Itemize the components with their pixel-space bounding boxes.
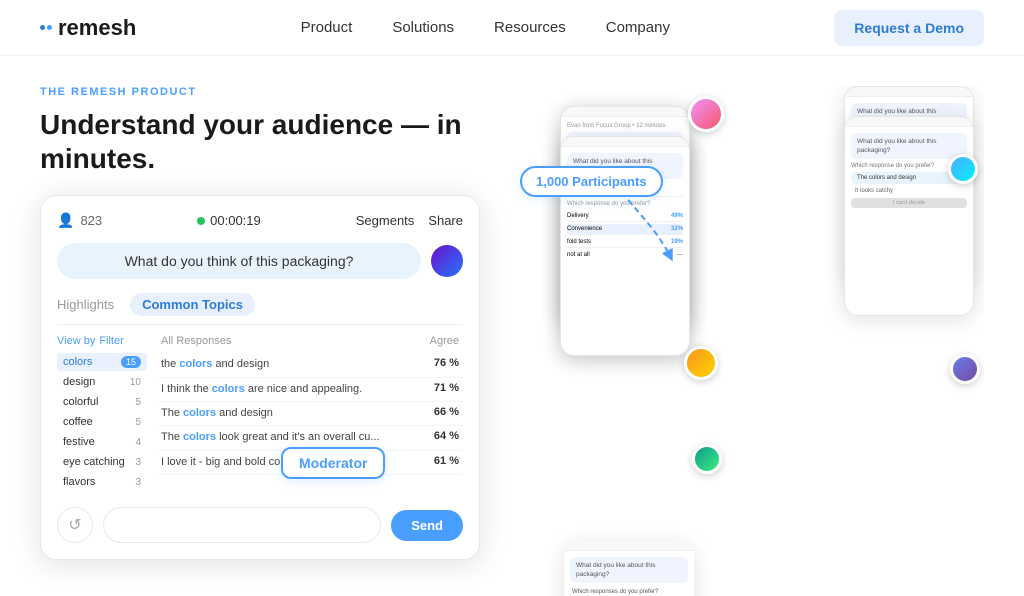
message-input[interactable] <box>103 507 381 543</box>
participants-number: 823 <box>80 213 102 228</box>
nav-resources[interactable]: Resources <box>494 19 566 36</box>
filter-link[interactable]: Filter <box>99 335 123 347</box>
page-title: Understand your audience — in minutes. <box>40 108 500 175</box>
agree-label: Agree <box>430 335 459 347</box>
tabs-row: Highlights Common Topics <box>57 293 463 325</box>
topic-eye-catching[interactable]: eye catching 3 <box>57 453 147 471</box>
nav-company[interactable]: Company <box>606 19 670 36</box>
logo-dot-2 <box>47 25 52 30</box>
timer-value: 00:00:19 <box>210 213 261 228</box>
person-icon: 👤 <box>57 212 74 229</box>
data-area: View by Filter colors 15 design 10 color… <box>57 335 463 493</box>
logo[interactable]: remesh <box>40 15 136 41</box>
floating-avatar-2 <box>948 154 978 184</box>
topics-list: View by Filter colors 15 design 10 color… <box>57 335 147 493</box>
floating-avatar-5 <box>950 354 980 384</box>
right-panel: 1,000 Participants <box>500 86 984 596</box>
timer-dot <box>197 217 205 225</box>
share-link[interactable]: Share <box>428 213 463 228</box>
phone-card-6: What did you like about this packaging? … <box>844 116 974 316</box>
card-header: 👤 823 00:00:19 Segments Share <box>57 212 463 229</box>
logo-dot-1 <box>40 25 45 30</box>
question-bubble: What do you think of this packaging? <box>57 243 421 279</box>
view-by-label: View by <box>57 335 95 347</box>
header-actions: Segments Share <box>356 213 463 228</box>
question-area: What do you think of this packaging? <box>57 243 463 279</box>
participants-count: 👤 823 <box>57 212 102 229</box>
topic-colors[interactable]: colors 15 <box>57 353 147 371</box>
tab-highlights[interactable]: Highlights <box>57 293 114 316</box>
all-responses-label: All Responses <box>161 335 231 347</box>
response-row-3: The colors and design 66 % <box>157 402 463 426</box>
section-label: THE REMESH PRODUCT <box>40 86 500 98</box>
logo-dots <box>40 25 52 30</box>
topic-festive[interactable]: festive 4 <box>57 433 147 451</box>
main-content: THE REMESH PRODUCT Understand your audie… <box>0 56 1024 596</box>
logo-text: remesh <box>58 15 136 41</box>
input-row: ↺ Send <box>57 507 463 543</box>
responses-header: All Responses Agree <box>157 335 463 347</box>
timer-badge: 00:00:19 <box>197 213 261 228</box>
navbar: remesh Product Solutions Resources Compa… <box>0 0 1024 56</box>
chat-interface-card: 👤 823 00:00:19 Segments Share What do yo… <box>40 195 480 560</box>
phone3-timestamp: Evan from Focus Group • 12 minutes <box>567 123 683 129</box>
floating-avatar-3 <box>684 346 718 380</box>
moderator-tooltip: Moderator <box>281 447 385 479</box>
tab-common-topics[interactable]: Common Topics <box>130 293 255 316</box>
response-row-2: I think the colors are nice and appealin… <box>157 378 463 402</box>
floating-avatar-1 <box>688 96 724 132</box>
phone4-prompt: Which response do you prefer? <box>567 196 683 207</box>
topic-design[interactable]: design 10 <box>57 373 147 391</box>
moderator-avatar <box>431 245 463 277</box>
segments-link[interactable]: Segments <box>356 213 415 228</box>
response-row-1: the colors and design 76 % <box>157 353 463 377</box>
floating-avatar-4 <box>692 444 722 474</box>
participants-badge: 1,000 Participants <box>520 166 663 197</box>
nav-links: Product Solutions Resources Company <box>301 19 670 37</box>
topic-coffee[interactable]: coffee 5 <box>57 413 147 431</box>
topic-colorful[interactable]: colorful 5 <box>57 393 147 411</box>
request-demo-button[interactable]: Request a Demo <box>834 10 984 46</box>
left-panel: THE REMESH PRODUCT Understand your audie… <box>40 86 500 596</box>
view-by-row: View by Filter <box>57 335 147 347</box>
refresh-button[interactable]: ↺ <box>57 507 93 543</box>
topic-flavors[interactable]: flavors 3 <box>57 473 147 491</box>
nav-product[interactable]: Product <box>301 19 353 36</box>
send-button[interactable]: Send <box>391 510 463 541</box>
nav-solutions[interactable]: Solutions <box>392 19 454 36</box>
phone-card-7: What did you like about this packaging? … <box>564 541 694 596</box>
